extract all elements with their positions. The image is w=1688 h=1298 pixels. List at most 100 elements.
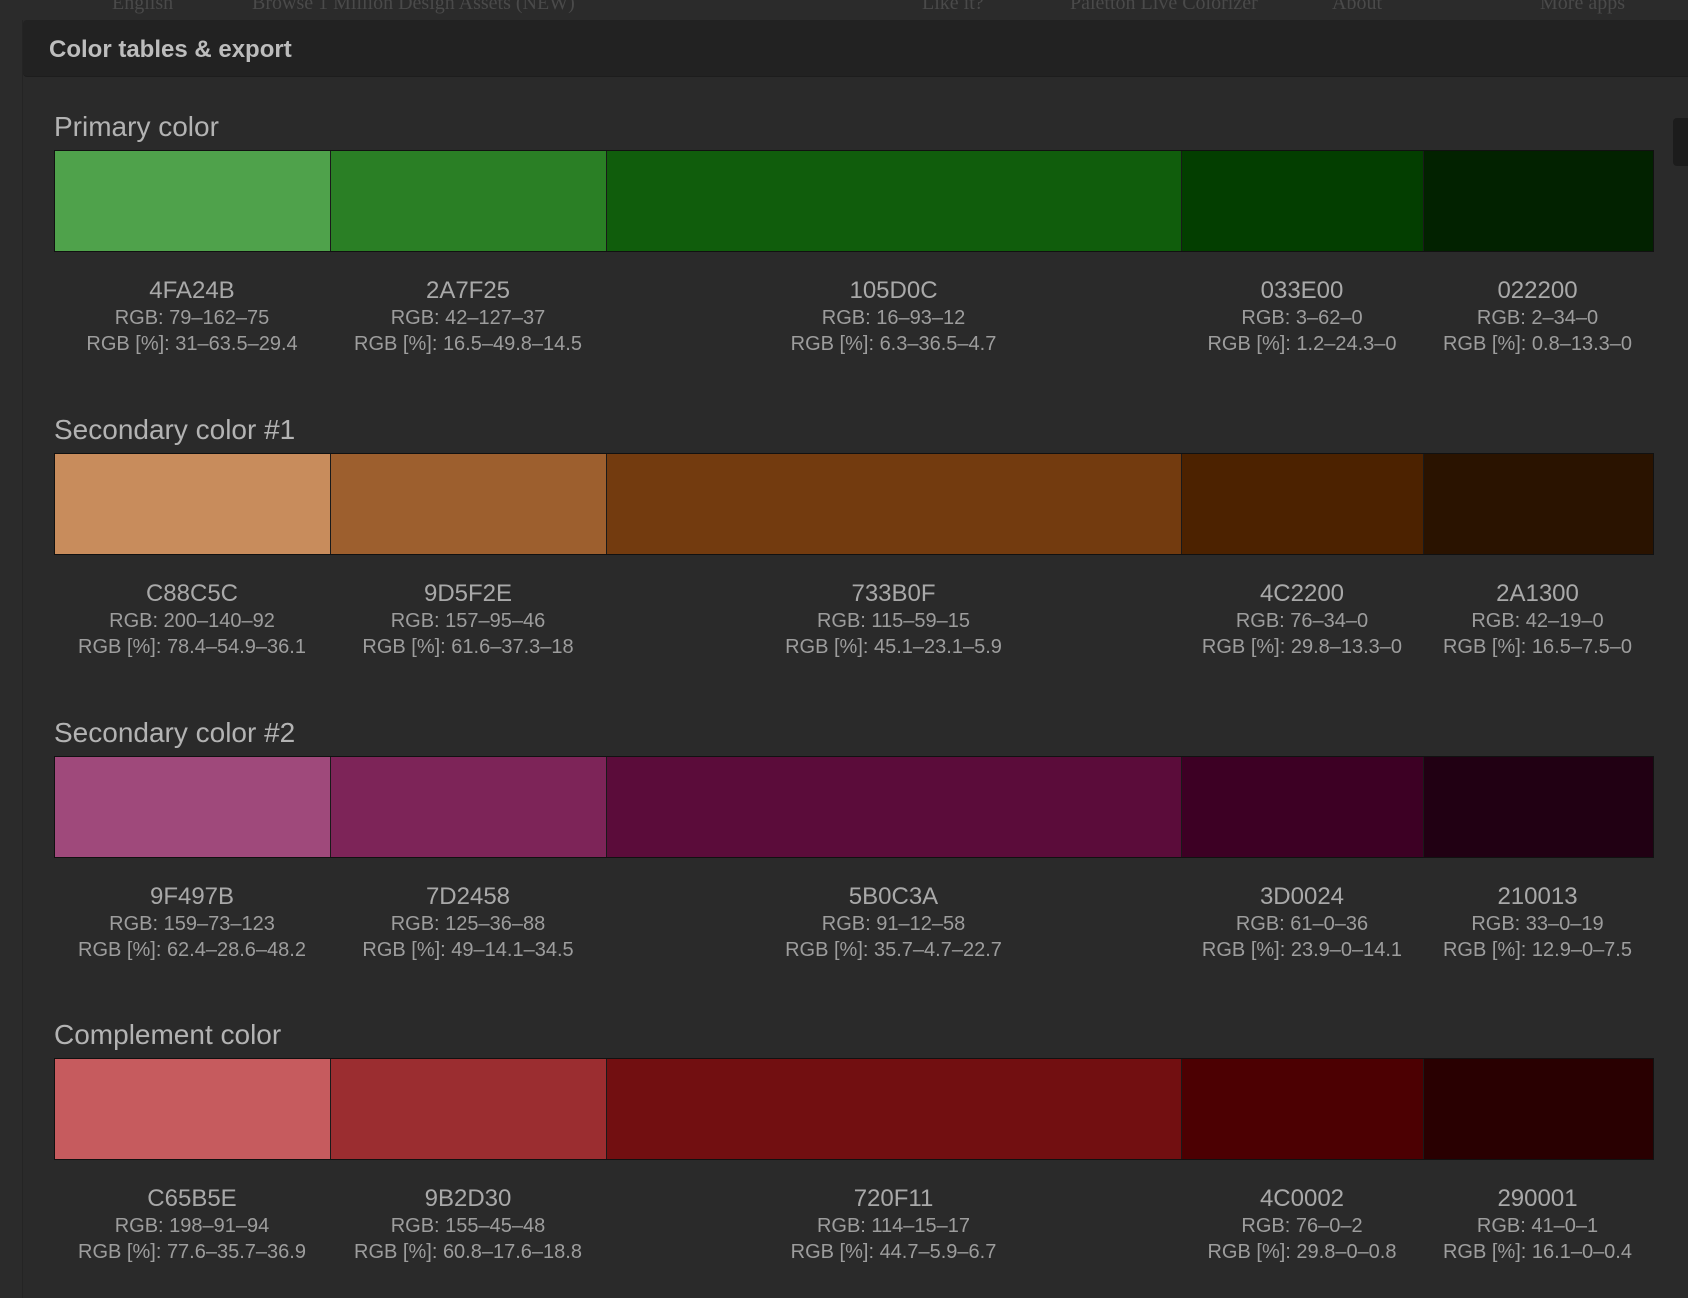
nav-design-assets[interactable]: Browse 1 Million Design Assets (NEW) [252, 0, 575, 15]
nav-language[interactable]: English [112, 0, 173, 15]
color-swatch[interactable] [331, 454, 607, 554]
nav-like-it[interactable]: Like it? [922, 0, 984, 15]
color-swatch[interactable] [55, 151, 331, 251]
color-swatch[interactable] [1182, 757, 1424, 857]
swatch-labels: 9F497B RGB: 159–73–123 RGB [%]: 62.4–28.… [54, 883, 1654, 963]
hex-code: C88C5C [145, 580, 239, 607]
hex-code: 720F11 [853, 1185, 934, 1212]
rgb-value: RGB: 125–36–88 [390, 913, 546, 935]
color-swatch[interactable] [331, 757, 607, 857]
color-swatch[interactable] [607, 1059, 1182, 1159]
swatch-label: 210013 RGB: 33–0–19 RGB [%]: 12.9–0–7.5 [1423, 883, 1652, 963]
color-swatch[interactable] [55, 757, 331, 857]
color-swatch[interactable] [1182, 1059, 1424, 1159]
scrollbar-thumb[interactable] [1673, 118, 1688, 166]
color-swatch[interactable] [1182, 151, 1424, 251]
swatch-label: 5B0C3A RGB: 91–12–58 RGB [%]: 35.7–4.7–2… [606, 883, 1181, 963]
hex-code: 3D0024 [1259, 883, 1345, 910]
swatch-label: 2A7F25 RGB: 42–127–37 RGB [%]: 16.5–49.8… [330, 277, 606, 357]
hex-code: C65B5E [147, 1185, 237, 1212]
rgb-value: RGB: 76–0–2 [1241, 1215, 1363, 1237]
swatch-row [54, 453, 1654, 555]
color-swatch[interactable] [607, 151, 1182, 251]
swatch-labels: 4FA24B RGB: 79–162–75 RGB [%]: 31–63.5–2… [54, 277, 1654, 357]
rgb-value: RGB: 3–62–0 [1241, 307, 1363, 329]
rgb-percent-value: RGB [%]: 6.3–36.5–4.7 [790, 333, 997, 355]
swatch-label: 4C2200 RGB: 76–34–0 RGB [%]: 29.8–13.3–0 [1181, 580, 1423, 660]
rgb-value: RGB: 42–19–0 [1471, 610, 1604, 632]
rgb-percent-value: RGB [%]: 35.7–4.7–22.7 [785, 939, 1002, 961]
color-swatch[interactable] [1424, 757, 1653, 857]
rgb-value: RGB: 41–0–1 [1476, 1215, 1599, 1237]
hex-code: 290001 [1497, 1185, 1578, 1212]
rgb-percent-value: RGB [%]: 29.8–13.3–0 [1201, 636, 1403, 658]
hex-code: 5B0C3A [848, 883, 939, 910]
color-swatch[interactable] [1424, 454, 1653, 554]
rgb-value: RGB: 79–162–75 [114, 307, 270, 329]
rgb-value: RGB: 16–93–12 [821, 307, 966, 329]
rgb-percent-value: RGB [%]: 16.5–7.5–0 [1442, 636, 1632, 658]
nav-live-colorizer[interactable]: Paletton Live Colorizer [1070, 0, 1258, 15]
swatch-label: 720F11 RGB: 114–15–17 RGB [%]: 44.7–5.9–… [606, 1185, 1181, 1265]
rgb-percent-value: RGB [%]: 45.1–23.1–5.9 [785, 636, 1002, 658]
swatch-label: 2A1300 RGB: 42–19–0 RGB [%]: 16.5–7.5–0 [1423, 580, 1652, 660]
hex-code: 4C0002 [1259, 1185, 1345, 1212]
swatch-label: 3D0024 RGB: 61–0–36 RGB [%]: 23.9–0–14.1 [1181, 883, 1423, 963]
rgb-value: RGB: 198–91–94 [114, 1215, 270, 1237]
swatch-row [54, 756, 1654, 858]
nav-about[interactable]: About [1332, 0, 1382, 15]
rgb-percent-value: RGB [%]: 16.1–0–0.4 [1442, 1241, 1632, 1263]
rgb-value: RGB: 2–34–0 [1476, 307, 1599, 329]
hex-code: 2A7F25 [425, 277, 511, 304]
rgb-percent-value: RGB [%]: 12.9–0–7.5 [1442, 939, 1632, 961]
swatch-label: 033E00 RGB: 3–62–0 RGB [%]: 1.2–24.3–0 [1181, 277, 1423, 357]
panel-title: Color tables & export [49, 36, 292, 63]
color-swatch[interactable] [55, 1059, 331, 1159]
swatch-label: 4C0002 RGB: 76–0–2 RGB [%]: 29.8–0–0.8 [1181, 1185, 1423, 1265]
hex-code: 2A1300 [1496, 580, 1579, 607]
swatch-labels: C65B5E RGB: 198–91–94 RGB [%]: 77.6–35.7… [54, 1185, 1654, 1265]
color-swatch[interactable] [331, 1059, 607, 1159]
rgb-percent-value: RGB [%]: 62.4–28.6–48.2 [78, 939, 306, 961]
rgb-value: RGB: 157–95–46 [390, 610, 546, 632]
swatch-label: 022200 RGB: 2–34–0 RGB [%]: 0.8–13.3–0 [1423, 277, 1652, 357]
swatch-label: 733B0F RGB: 115–59–15 RGB [%]: 45.1–23.1… [606, 580, 1181, 660]
panel-header[interactable]: Color tables & export [23, 20, 1688, 77]
rgb-percent-value: RGB [%]: 61.6–37.3–18 [362, 636, 574, 658]
swatch-row [54, 1058, 1654, 1160]
hex-code: 733B0F [851, 580, 936, 607]
color-swatch[interactable] [1424, 1059, 1653, 1159]
nav-more-apps[interactable]: More apps [1540, 0, 1625, 15]
rgb-value: RGB: 114–15–17 [816, 1215, 971, 1237]
swatch-row [54, 150, 1654, 252]
swatch-label: 9D5F2E RGB: 157–95–46 RGB [%]: 61.6–37.3… [330, 580, 606, 660]
section-title: Primary color [54, 111, 219, 142]
swatch-label: C65B5E RGB: 198–91–94 RGB [%]: 77.6–35.7… [54, 1185, 330, 1265]
rgb-percent-value: RGB [%]: 44.7–5.9–6.7 [790, 1241, 997, 1263]
rgb-value: RGB: 42–127–37 [390, 307, 546, 329]
rgb-percent-value: RGB [%]: 16.5–49.8–14.5 [354, 333, 582, 355]
color-swatch[interactable] [331, 151, 607, 251]
rgb-percent-value: RGB [%]: 31–63.5–29.4 [86, 333, 298, 355]
swatch-label: 9F497B RGB: 159–73–123 RGB [%]: 62.4–28.… [54, 883, 330, 963]
hex-code: 105D0C [849, 277, 938, 304]
color-swatch[interactable] [55, 454, 331, 554]
rgb-value: RGB: 155–45–48 [390, 1215, 546, 1237]
hex-code: 4FA24B [149, 277, 235, 304]
color-swatch[interactable] [1424, 151, 1653, 251]
swatch-label: 4FA24B RGB: 79–162–75 RGB [%]: 31–63.5–2… [54, 277, 330, 357]
color-swatch[interactable] [1182, 454, 1424, 554]
color-swatch[interactable] [607, 454, 1182, 554]
swatch-labels: C88C5C RGB: 200–140–92 RGB [%]: 78.4–54.… [54, 580, 1654, 660]
rgb-percent-value: RGB [%]: 23.9–0–14.1 [1201, 939, 1403, 961]
rgb-value: RGB: 91–12–58 [821, 913, 966, 935]
rgb-percent-value: RGB [%]: 0.8–13.3–0 [1442, 333, 1632, 355]
hex-code: 033E00 [1260, 277, 1344, 304]
hex-code: 9F497B [149, 883, 235, 910]
rgb-percent-value: RGB [%]: 1.2–24.3–0 [1207, 333, 1397, 355]
rgb-percent-value: RGB [%]: 60.8–17.6–18.8 [354, 1241, 582, 1263]
rgb-value: RGB: 159–73–123 [109, 913, 275, 935]
swatch-label: 7D2458 RGB: 125–36–88 RGB [%]: 49–14.1–3… [330, 883, 606, 963]
color-swatch[interactable] [607, 757, 1182, 857]
rgb-value: RGB: 115–59–15 [816, 610, 971, 632]
